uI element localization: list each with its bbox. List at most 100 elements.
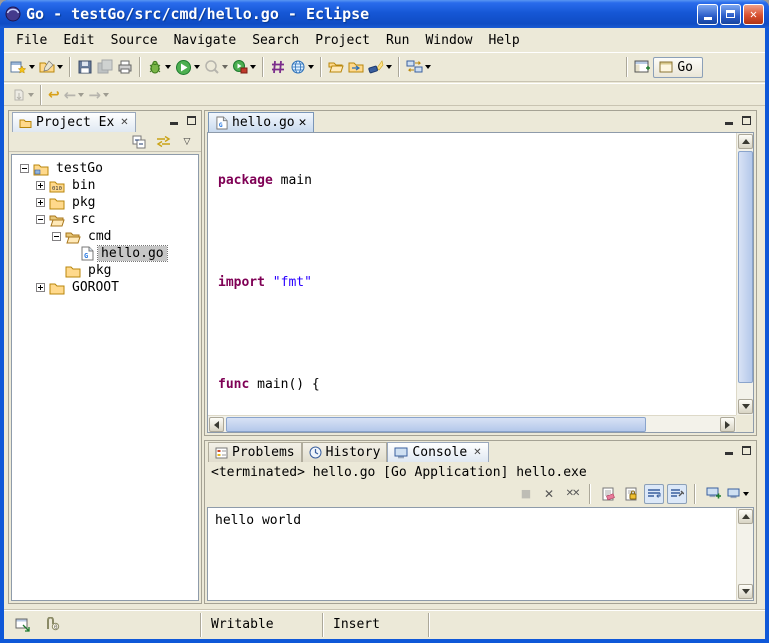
back-button[interactable]: ←: [62, 83, 87, 107]
console-output-area[interactable]: hello world: [207, 507, 754, 601]
open-browser-button[interactable]: [288, 55, 316, 79]
menu-navigate[interactable]: Navigate: [166, 31, 245, 50]
tab-project-explorer[interactable]: Project Ex ✕: [12, 112, 136, 132]
tab-problems[interactable]: Problems: [208, 442, 302, 462]
scroll-up-button[interactable]: [738, 509, 753, 524]
scroll-right-button[interactable]: [720, 417, 735, 432]
tree-item-src[interactable]: src: [12, 211, 198, 228]
print-icon: [117, 59, 133, 75]
tree-item-cmd[interactable]: cmd: [12, 228, 198, 245]
remove-all-launches-button[interactable]: ✕✕: [562, 484, 582, 504]
close-button[interactable]: ✕: [743, 4, 764, 25]
tab-history[interactable]: History: [302, 442, 388, 462]
menu-search[interactable]: Search: [244, 31, 307, 50]
save-all-button[interactable]: [95, 55, 115, 79]
save-button[interactable]: [75, 55, 95, 79]
forward-button[interactable]: →: [86, 83, 111, 107]
new-menu-button[interactable]: [37, 55, 65, 79]
team-sync-button[interactable]: [404, 55, 433, 79]
minimize-view-button[interactable]: [167, 115, 180, 127]
scroll-down-button[interactable]: [738, 399, 753, 414]
console-toolbar: ■ ✕ ✕✕: [205, 482, 756, 505]
clear-console-button[interactable]: [598, 484, 618, 504]
scroll-left-button[interactable]: [209, 417, 224, 432]
search-button[interactable]: [366, 55, 394, 79]
collapse-expander-icon[interactable]: [20, 164, 29, 173]
horizontal-scroll-thumb[interactable]: [226, 417, 646, 432]
view-menu-button[interactable]: ▽: [177, 132, 197, 152]
expand-expander-icon[interactable]: [36, 283, 45, 292]
dropdown-arrow-icon: [425, 65, 431, 69]
link-with-editor-button[interactable]: [153, 132, 173, 152]
tree-item-hello-go[interactable]: G hello.go: [12, 245, 198, 262]
go-perspective-button[interactable]: Go: [653, 57, 703, 78]
minimize-button[interactable]: [697, 4, 718, 25]
title-bar[interactable]: Go - testGo/src/cmd/hello.go - Eclipse ✕: [0, 0, 769, 28]
menu-project[interactable]: Project: [307, 31, 378, 50]
minimize-editor-button[interactable]: [722, 115, 735, 127]
word-wrap-button[interactable]: [644, 484, 664, 504]
tree-item-pkg[interactable]: pkg: [12, 194, 198, 211]
open-console-button[interactable]: [726, 484, 750, 504]
close-view-icon[interactable]: ✕: [120, 117, 128, 128]
maximize-view-button[interactable]: [185, 115, 198, 127]
next-annotation-button[interactable]: [10, 83, 36, 107]
code-editor[interactable]: package main import "fmt" func main() { …: [208, 133, 736, 415]
collapse-expander-icon[interactable]: [52, 232, 61, 241]
remove-launch-button[interactable]: ✕: [539, 484, 559, 504]
status-bar: 0 Writable Insert: [4, 609, 765, 639]
vertical-scroll-thumb[interactable]: [738, 151, 753, 383]
tab-console[interactable]: Console ✕: [387, 442, 488, 462]
tree-item-GOROOT[interactable]: GOROOT: [12, 279, 198, 296]
scroll-down-button[interactable]: [738, 584, 753, 599]
scroll-up-button[interactable]: [738, 134, 753, 149]
console-vertical-scrollbar[interactable]: [736, 508, 753, 600]
editor-horizontal-scrollbar[interactable]: [208, 415, 736, 432]
close-console-icon[interactable]: ✕: [473, 447, 481, 458]
menu-window[interactable]: Window: [417, 31, 480, 50]
dropdown-arrow-icon: [28, 93, 34, 97]
collapse-all-button[interactable]: [129, 132, 149, 152]
display-selected-console-button[interactable]: [703, 484, 723, 504]
open-perspective-button[interactable]: [632, 55, 653, 79]
pin-console-button[interactable]: [667, 484, 687, 504]
launch-status-button[interactable]: 0: [43, 615, 63, 635]
tree-item-testGo[interactable]: testGo: [12, 160, 198, 177]
new-wizard-button[interactable]: [8, 55, 37, 79]
scroll-lock-button[interactable]: [621, 484, 641, 504]
library-folder-icon: [49, 281, 65, 295]
print-button[interactable]: [115, 55, 135, 79]
save-all-icon: [97, 59, 113, 75]
run-history-button[interactable]: [202, 55, 230, 79]
expand-expander-icon[interactable]: [36, 198, 45, 207]
maximize-editor-button[interactable]: [740, 115, 753, 127]
menu-help[interactable]: Help: [480, 31, 527, 50]
external-tools-button[interactable]: [230, 55, 258, 79]
tree-item-pkg2[interactable]: pkg: [12, 262, 198, 279]
tree-item-bin[interactable]: 010 bin: [12, 177, 198, 194]
menu-file[interactable]: File: [8, 31, 55, 50]
tab-hello-go[interactable]: G hello.go ✕: [208, 112, 314, 132]
terminate-button[interactable]: ■: [516, 484, 536, 504]
run-button[interactable]: [173, 55, 202, 79]
open-folder-button[interactable]: [326, 55, 346, 79]
menu-edit[interactable]: Edit: [55, 31, 102, 50]
editor-vertical-scrollbar[interactable]: [736, 133, 753, 415]
expand-expander-icon[interactable]: [36, 181, 45, 190]
open-import-button[interactable]: [346, 55, 366, 79]
toolbar-separator: [589, 484, 591, 504]
menu-run[interactable]: Run: [378, 31, 417, 50]
project-tree[interactable]: testGo 010 bin pkg sr: [11, 154, 199, 601]
last-edit-location-button[interactable]: ↩: [46, 83, 62, 107]
new-go-element-button[interactable]: [268, 55, 288, 79]
maximize-button[interactable]: [720, 4, 741, 25]
menu-source[interactable]: Source: [103, 31, 166, 50]
fast-view-button[interactable]: [13, 615, 33, 635]
collapse-expander-icon[interactable]: [36, 215, 45, 224]
maximize-console-button[interactable]: [740, 445, 753, 457]
toolbar-separator: [69, 57, 71, 77]
close-editor-icon[interactable]: ✕: [299, 115, 307, 130]
debug-button[interactable]: [145, 55, 173, 79]
minimize-console-button[interactable]: [722, 445, 735, 457]
toolbar-separator: [398, 57, 400, 77]
